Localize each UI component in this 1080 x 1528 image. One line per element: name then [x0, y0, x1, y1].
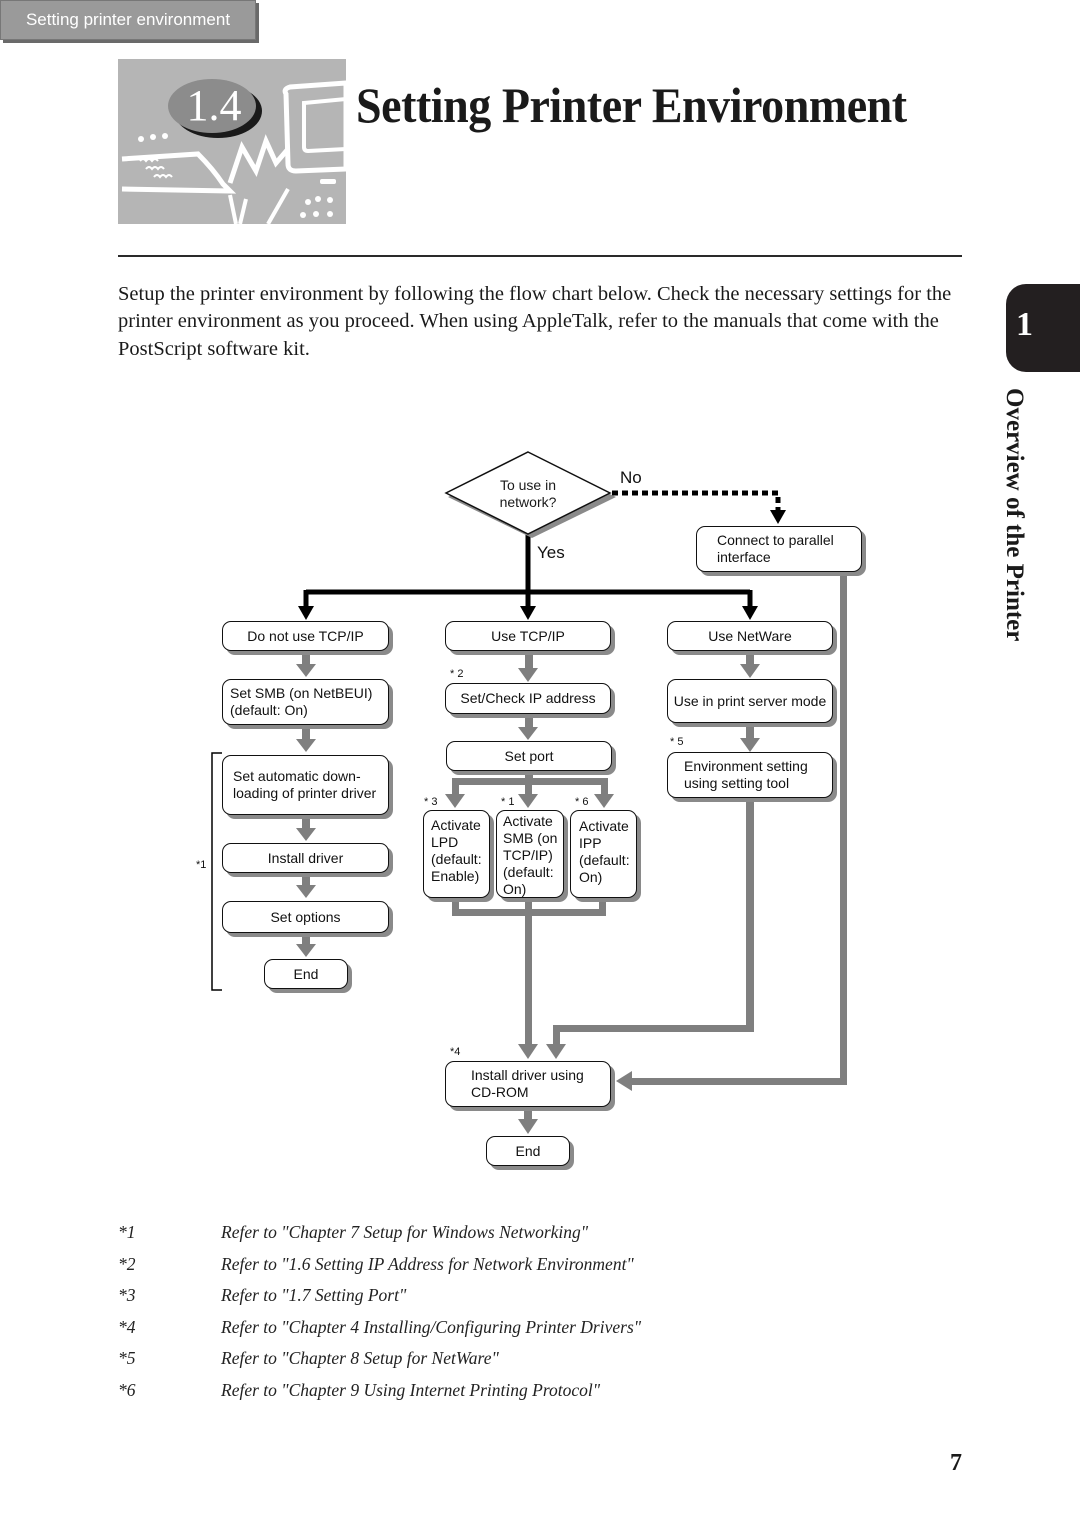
install-cdrom-box: Install driver using CD-ROM	[445, 1061, 611, 1107]
no-label: No	[620, 468, 642, 487]
box-label: Set options	[270, 908, 341, 925]
auto-download-box: Set automatic down- loading of printer d…	[222, 755, 389, 815]
footnote-key: *2	[118, 1254, 136, 1274]
box-label: Connect to parallel interface	[717, 532, 834, 565]
decision-text: To use in network?	[499, 477, 557, 510]
footnote-text: Refer to "Chapter 9 Using Internet Print…	[221, 1380, 601, 1400]
arrowhead	[296, 944, 316, 957]
arrowhead	[296, 664, 316, 677]
print-server-box: Use in print server mode	[667, 679, 833, 723]
footnote-key: *5	[118, 1348, 136, 1368]
use-tcpip-box: Use TCP/IP	[445, 621, 611, 651]
set-port-box: Set port	[446, 741, 612, 771]
footnote-text: Refer to "1.7 Setting Port"	[221, 1285, 407, 1305]
smb-note: * 1	[501, 796, 515, 808]
footnote-text: Refer to "Chapter 7 Setup for Windows Ne…	[221, 1222, 589, 1242]
arrowhead	[742, 606, 758, 620]
box-label: End	[515, 1142, 541, 1159]
arrowhead	[616, 1071, 632, 1091]
box-label: Install driver	[267, 849, 344, 866]
box-label: Activate IPP (default: On)	[579, 818, 630, 885]
ip-note: * 2	[450, 668, 464, 680]
box-label: Install driver using CD-ROM	[471, 1067, 584, 1100]
box-label: Activate LPD (default: Enable)	[431, 817, 482, 884]
box-label: Use in print server mode	[673, 692, 827, 709]
footnote-text: Refer to "1.6 Setting IP Address for Net…	[221, 1254, 634, 1274]
box-label: Set automatic down- loading of printer d…	[233, 768, 377, 801]
box-label: Set/Check IP address	[460, 690, 596, 706]
footnote-key: *6	[118, 1380, 136, 1400]
arrowhead	[740, 664, 760, 678]
bracket-line	[211, 752, 222, 991]
cdrom-note: *4	[450, 1046, 461, 1058]
arrowhead	[296, 828, 316, 841]
box-label: Use NetWare	[708, 627, 792, 644]
box-label: Activate SMB (on TCP/IP) (default: On)	[503, 813, 558, 897]
ipp-note: * 6	[575, 796, 589, 808]
box-label: End	[293, 965, 319, 982]
footnote-key: *3	[118, 1285, 136, 1305]
arrowhead	[518, 1044, 538, 1059]
box-label: Set SMB (on NetBEUI) (default: On)	[230, 685, 373, 718]
left-end-box: End	[264, 959, 348, 989]
env-note: * 5	[670, 736, 684, 748]
environment-setting-box: Environment setting using setting tool	[667, 752, 833, 798]
arrowhead	[518, 668, 538, 682]
yes-label: Yes	[537, 543, 565, 562]
activate-lpd-box: Activate LPD (default: Enable)	[423, 810, 490, 898]
no-tcpip-box: Do not use TCP/IP	[222, 621, 389, 651]
arrowhead	[296, 739, 316, 752]
arrowhead	[770, 510, 786, 524]
arrowhead	[296, 885, 316, 898]
activate-smb-box: Activate SMB (on TCP/IP) (default: On)	[496, 810, 564, 898]
use-netware-box: Use NetWare	[667, 621, 833, 651]
lpd-note: * 3	[424, 796, 438, 808]
page-number: 7	[950, 1450, 962, 1476]
smb-netbeui-box: Set SMB (on NetBEUI) (default: On)	[222, 679, 389, 725]
arrowhead	[518, 1119, 538, 1134]
ip-address-box: Set/Check IP address	[445, 683, 611, 714]
activate-ipp-box: Activate IPP (default: On)	[570, 810, 637, 898]
footnote-text: Refer to "Chapter 8 Setup for NetWare"	[221, 1348, 499, 1368]
arrowhead	[298, 606, 314, 620]
install-driver-box: Install driver	[222, 843, 389, 873]
footnote-key: *4	[118, 1317, 136, 1337]
no-connector	[612, 490, 781, 510]
footnote-key: *1	[118, 1222, 136, 1242]
arrowhead	[518, 727, 538, 740]
box-label: Do not use TCP/IP	[247, 627, 364, 644]
arrowhead	[740, 738, 760, 752]
end-box: End	[486, 1136, 570, 1166]
footnote-text: Refer to "Chapter 4 Installing/Configuri…	[221, 1317, 642, 1337]
box-label: Use TCP/IP	[491, 627, 565, 644]
arrowhead	[445, 794, 465, 808]
box-label: Environment setting using setting tool	[684, 758, 808, 791]
arrowhead	[520, 606, 536, 620]
parallel-interface-box: Connect to parallel interface	[696, 526, 862, 572]
bracket-note: *1	[196, 859, 207, 871]
box-label: Set port	[504, 747, 554, 764]
arrowhead	[594, 794, 614, 808]
set-options-box: Set options	[222, 901, 389, 933]
arrowhead	[518, 794, 538, 808]
arrowhead	[546, 1044, 566, 1059]
